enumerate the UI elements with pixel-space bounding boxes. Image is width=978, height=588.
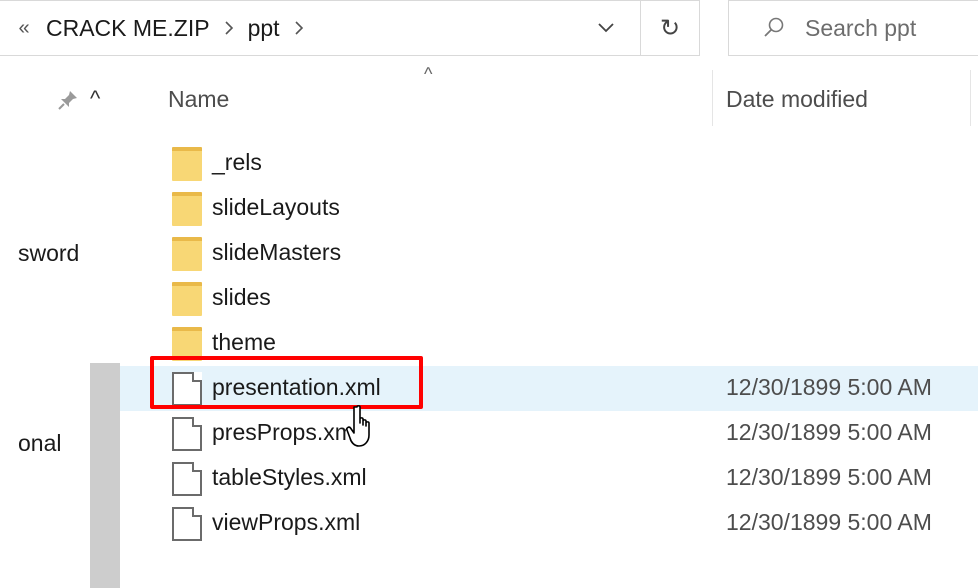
nav-scrollbar[interactable] — [90, 363, 120, 588]
list-item-file[interactable]: tableStyles.xml 12/30/1899 5:00 AM — [120, 456, 978, 501]
breadcrumb-ppt[interactable]: ppt — [248, 15, 280, 42]
file-name: slideLayouts — [212, 194, 340, 220]
folder-icon — [172, 237, 202, 271]
chevron-down-icon — [598, 23, 614, 33]
search-box[interactable]: Search ppt — [728, 0, 978, 56]
xml-file-icon — [172, 507, 202, 541]
list-item-file[interactable]: presProps.xml 12/30/1899 5:00 AM — [120, 411, 978, 456]
refresh-button[interactable]: ↻ — [640, 1, 699, 55]
nav-item-password[interactable]: sword — [18, 240, 79, 267]
pin-icon[interactable] — [56, 88, 80, 112]
breadcrumb-crack-me-zip[interactable]: CRACK ME.ZIP — [46, 15, 210, 42]
folder-icon — [172, 192, 202, 226]
column-header-date-modified[interactable]: Date modified — [726, 86, 868, 113]
xml-file-icon — [172, 417, 202, 451]
file-name: theme — [212, 329, 276, 355]
list-item-folder[interactable]: slideMasters — [120, 231, 978, 276]
breadcrumb-overflow-button[interactable]: « — [2, 17, 46, 40]
search-icon — [749, 16, 799, 40]
hand-cursor-icon — [346, 405, 370, 447]
chevron-right-icon[interactable] — [280, 21, 318, 35]
chevron-right-icon[interactable] — [210, 21, 248, 35]
nav-item-personal[interactable]: onal — [18, 430, 61, 457]
file-date-modified: 12/30/1899 5:00 AM — [726, 464, 932, 490]
sort-ascending-icon: ^ — [424, 64, 433, 84]
list-item-folder[interactable]: slides — [120, 276, 978, 321]
file-name: viewProps.xml — [212, 509, 361, 535]
collapse-icon[interactable]: ^ — [90, 86, 100, 112]
file-name: presProps.xml — [212, 419, 359, 445]
folder-icon — [172, 282, 202, 316]
column-divider[interactable] — [712, 70, 713, 126]
file-name: tableStyles.xml — [212, 464, 367, 490]
search-input[interactable]: Search ppt — [805, 15, 916, 42]
address-history-dropdown[interactable] — [584, 1, 628, 55]
file-date-modified: 12/30/1899 5:00 AM — [726, 374, 932, 400]
list-item-folder[interactable]: _rels — [120, 141, 978, 186]
file-date-modified: 12/30/1899 5:00 AM — [726, 419, 932, 445]
file-name: slideMasters — [212, 239, 342, 265]
column-divider[interactable] — [970, 70, 971, 126]
file-name: slides — [212, 284, 271, 310]
xml-file-icon — [172, 462, 202, 496]
column-header-name[interactable]: Name — [168, 86, 229, 113]
address-bar[interactable]: « CRACK ME.ZIP ppt ↻ — [0, 0, 700, 56]
highlight-annotation-box — [150, 356, 423, 409]
list-item-file[interactable]: viewProps.xml 12/30/1899 5:00 AM — [120, 501, 978, 546]
list-item-folder[interactable]: slideLayouts — [120, 186, 978, 231]
file-name: _rels — [212, 149, 262, 175]
file-date-modified: 12/30/1899 5:00 AM — [726, 509, 932, 535]
folder-icon — [172, 147, 202, 181]
